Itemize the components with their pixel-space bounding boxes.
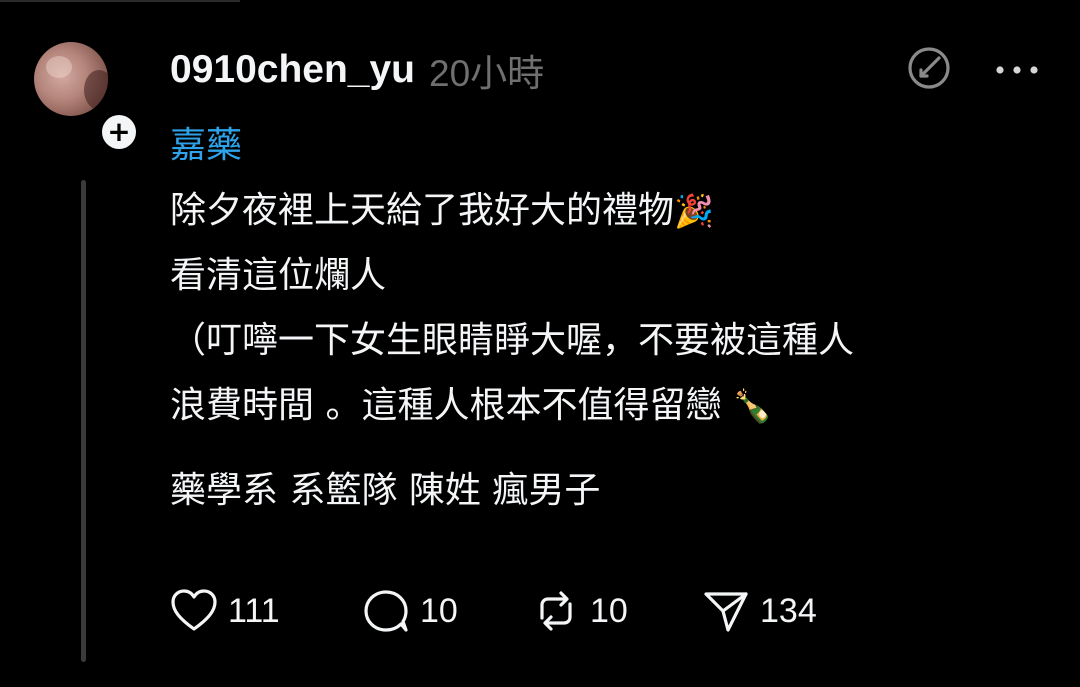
comment-button[interactable]: 10	[362, 588, 532, 634]
comment-count: 10	[420, 591, 458, 630]
like-count: 111	[228, 591, 280, 630]
repost-icon	[540, 591, 572, 631]
follow-button[interactable]: +	[98, 111, 140, 153]
thread-line	[81, 180, 86, 662]
translate-icon[interactable]	[906, 45, 952, 95]
post-line-4-text: 浪費時間 。這種人根本不值得留戀	[170, 385, 722, 426]
post-line-1-text: 除夕夜裡上天給了我好大的禮物	[170, 190, 675, 231]
community-tag[interactable]: 嘉藥	[170, 120, 242, 172]
avatar[interactable]	[34, 42, 108, 116]
party-popper-icon: 🎉	[674, 192, 714, 230]
post-line-3: （叮嚀一下女生眼睛睜大喔，不要被這種人	[170, 320, 855, 361]
more-horizontal-icon[interactable]	[994, 61, 1040, 80]
post-body: 除夕夜裡上天給了我好大的禮物🎉 看清這位爛人 （叮嚀一下女生眼睛睜大喔，不要被這…	[170, 178, 1050, 523]
post-hashtags: 藥學系 系籃隊 陳姓 瘋男子	[170, 470, 601, 511]
post-top-actions	[906, 45, 1040, 95]
plus-icon: +	[102, 115, 136, 149]
share-count: 134	[760, 591, 817, 630]
avatar-shade	[84, 70, 108, 110]
avatar-highlight	[46, 56, 72, 78]
like-button[interactable]: 111	[170, 588, 362, 634]
post-actions: 111 10 10 134	[170, 586, 817, 636]
username[interactable]: 0910chen_yu	[170, 48, 415, 92]
post-line-2: 看清這位爛人	[170, 255, 387, 296]
post-line-1: 除夕夜裡上天給了我好大的禮物🎉	[170, 178, 1050, 243]
status-edge	[0, 0, 240, 2]
repost-button[interactable]: 10	[532, 588, 702, 634]
post-line-4: 浪費時間 。這種人根本不值得留戀 🍾	[170, 373, 1050, 438]
send-icon	[704, 592, 748, 632]
share-button[interactable]: 134	[702, 588, 817, 634]
heart-icon	[171, 589, 217, 631]
comment-icon	[364, 590, 408, 632]
timestamp: 20小時	[429, 53, 545, 94]
post-header: 0910chen_yu 20小時	[170, 40, 544, 100]
repost-count: 10	[590, 591, 628, 630]
champagne-icon: 🍾	[732, 387, 773, 425]
